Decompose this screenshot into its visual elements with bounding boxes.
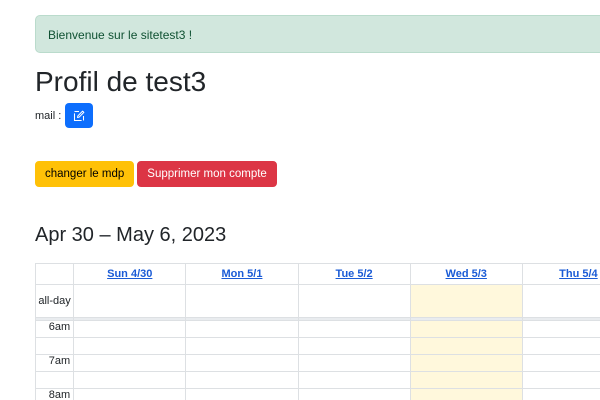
time-slot[interactable] <box>297 337 411 355</box>
time-slot[interactable] <box>185 337 299 355</box>
day-header: Sun 4/30 <box>73 263 187 285</box>
profile-page: Bienvenue sur le sitetest3 ! Profil de t… <box>0 0 600 400</box>
day-link-tue[interactable]: Tue 5/2 <box>336 268 373 280</box>
time-slot-today[interactable] <box>409 371 523 389</box>
mail-row: mail : <box>35 103 94 128</box>
time-label: 8am <box>34 388 75 400</box>
day-link-sun[interactable]: Sun 4/30 <box>107 268 152 280</box>
week-calendar: Sun 4/30 Mon 5/1 Tue 5/2 Wed 5/3 Thu 5/4… <box>34 263 600 400</box>
mail-label: mail : <box>35 109 62 122</box>
account-actions: changer le mdp Supprimer mon compte <box>35 161 277 187</box>
day-link-wed[interactable]: Wed 5/3 <box>446 268 487 280</box>
time-slot-row <box>34 337 600 355</box>
page-title: Profil de test3 <box>35 66 207 97</box>
axis-header <box>34 263 75 285</box>
time-slot-row: 8am <box>34 388 600 400</box>
time-slot[interactable] <box>73 388 187 400</box>
time-slot[interactable] <box>185 388 299 400</box>
welcome-alert: Bienvenue sur le sitetest3 ! <box>35 15 600 53</box>
all-day-cell-today[interactable] <box>409 284 523 318</box>
time-slot[interactable] <box>521 354 600 372</box>
all-day-cell[interactable] <box>521 284 600 318</box>
time-slot[interactable] <box>521 320 600 338</box>
calendar-header-row: Sun 4/30 Mon 5/1 Tue 5/2 Wed 5/3 Thu 5/4 <box>34 263 600 285</box>
edit-icon <box>74 110 85 121</box>
calendar-title: Apr 30 – May 6, 2023 <box>35 224 227 246</box>
welcome-alert-text: Bienvenue sur le sitetest3 ! <box>48 28 193 42</box>
time-slot[interactable] <box>521 371 600 389</box>
time-slot[interactable] <box>297 320 411 338</box>
day-header: Wed 5/3 <box>409 263 523 285</box>
time-slot[interactable] <box>185 354 299 372</box>
time-slot[interactable] <box>297 388 411 400</box>
time-slot[interactable] <box>73 371 187 389</box>
day-header: Thu 5/4 <box>521 263 600 285</box>
time-slot-row: 6am <box>34 320 600 338</box>
time-label: 7am <box>34 354 75 372</box>
time-slot-today[interactable] <box>409 337 523 355</box>
time-slot-row <box>34 371 600 389</box>
time-slot[interactable] <box>297 371 411 389</box>
time-slot[interactable] <box>521 388 600 400</box>
time-slot[interactable] <box>73 354 187 372</box>
all-day-label: all-day <box>34 284 75 318</box>
time-slot-today[interactable] <box>409 388 523 400</box>
all-day-row: all-day <box>34 284 600 318</box>
time-slot[interactable] <box>185 320 299 338</box>
change-password-button[interactable]: changer le mdp <box>35 161 135 187</box>
time-slot-today[interactable] <box>409 354 523 372</box>
delete-account-button[interactable]: Supprimer mon compte <box>137 161 277 187</box>
time-label: 6am <box>34 320 75 338</box>
day-link-mon[interactable]: Mon 5/1 <box>221 268 262 280</box>
time-slot[interactable] <box>73 320 187 338</box>
time-slot[interactable] <box>73 337 187 355</box>
calendar-grid: Sun 4/30 Mon 5/1 Tue 5/2 Wed 5/3 Thu 5/4… <box>34 263 600 400</box>
all-day-cell[interactable] <box>185 284 299 318</box>
day-link-thu[interactable]: Thu 5/4 <box>559 268 598 280</box>
all-day-cell[interactable] <box>73 284 187 318</box>
all-day-cell[interactable] <box>297 284 411 318</box>
time-slot[interactable] <box>185 371 299 389</box>
edit-mail-button[interactable] <box>65 103 94 128</box>
time-slot[interactable] <box>297 354 411 372</box>
time-slot-row: 7am <box>34 354 600 372</box>
time-slot[interactable] <box>521 337 600 355</box>
time-slot-today[interactable] <box>409 320 523 338</box>
day-header: Tue 5/2 <box>297 263 411 285</box>
day-header: Mon 5/1 <box>185 263 299 285</box>
